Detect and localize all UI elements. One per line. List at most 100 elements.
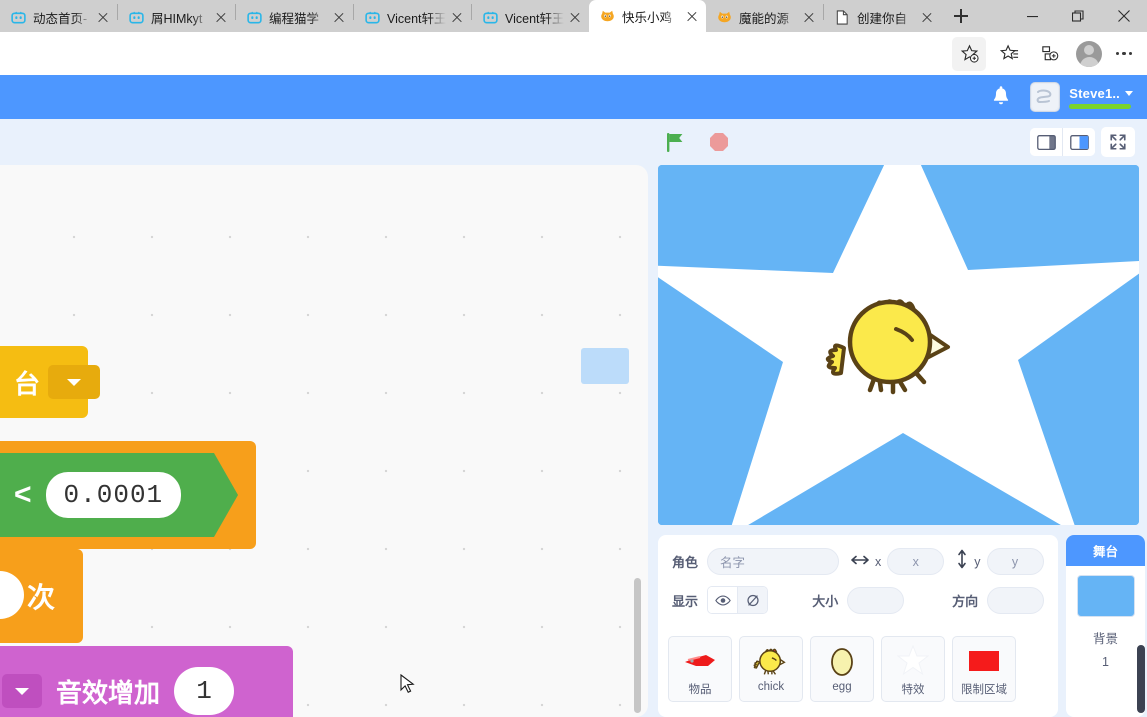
tab-title: Vicent轩王 (387, 11, 446, 26)
tab-title: 快乐小鸡 (622, 10, 673, 25)
horizontal-arrow-icon (851, 553, 869, 571)
favorites-icon[interactable] (992, 37, 1026, 71)
sprite-list: 物品 chick egg 特效 限制区域 (658, 631, 1058, 702)
size-input[interactable] (847, 586, 905, 614)
operator-value-input[interactable]: 0.0001 (46, 472, 182, 518)
y-input[interactable]: y (986, 548, 1044, 575)
sprite-card-item[interactable]: 物品 (668, 636, 732, 702)
avatar[interactable] (1030, 82, 1061, 112)
codemao-icon (128, 9, 144, 25)
chick-icon (752, 644, 790, 678)
block-hat-dropdown[interactable] (48, 365, 101, 399)
stage-pane-title: 舞台 (1066, 535, 1145, 566)
stage-small-icon[interactable] (1030, 128, 1062, 156)
stage-column: 角色 名字 x x y y 显示 大小 方向 物品 chick egg 特效 限… (658, 165, 1147, 717)
app-toolbar (0, 119, 1147, 165)
show-label: 显示 (672, 593, 699, 609)
green-flag-icon[interactable] (660, 127, 690, 157)
browser-tab-7[interactable]: 创建你自 (824, 2, 941, 32)
size-label: 大小 (812, 593, 839, 609)
block-hat-label: 台 (14, 368, 41, 399)
stop-icon[interactable] (704, 127, 734, 157)
restore-icon[interactable] (1055, 0, 1101, 32)
codemao-icon (10, 9, 26, 25)
sound-effect-value[interactable]: 1 (174, 667, 235, 715)
codemao-icon (482, 9, 498, 25)
sprite-card-egg[interactable]: egg (810, 636, 874, 702)
minimize-icon[interactable] (1009, 0, 1055, 32)
role-label: 角色 (672, 555, 699, 570)
xp-progress-bar (1069, 103, 1132, 109)
tab-title: Vicent轩王 (505, 11, 564, 26)
sprite-info-panel: 角色 名字 x x y y 显示 大小 方向 (658, 535, 1058, 631)
stage-normal-icon[interactable] (1063, 128, 1095, 156)
app-header: Steve1.. (0, 75, 1147, 119)
stage-pane[interactable]: 舞台 背景 1 (1066, 535, 1145, 717)
favorite-add-icon[interactable] (952, 36, 986, 71)
stage-canvas[interactable] (658, 165, 1139, 525)
close-icon[interactable] (684, 8, 700, 24)
sprite-card-chick[interactable]: chick (739, 636, 803, 702)
stage-thumbnail[interactable] (1076, 575, 1135, 617)
close-icon[interactable] (1101, 0, 1147, 32)
close-icon[interactable] (449, 9, 465, 25)
page-icon (834, 9, 850, 25)
browser-tab-6[interactable]: 魔能的源 (706, 2, 823, 32)
eye-icon[interactable] (708, 587, 738, 613)
block-less-than-operator[interactable]: < 0.0001 (0, 453, 238, 537)
direction-input[interactable] (987, 586, 1044, 614)
more-icon[interactable] (1109, 39, 1139, 69)
new-tab-button[interactable] (947, 2, 975, 30)
tabs-container: 动态首页- 屑HIMkyt 编程猫学 Vicent轩王 Vicent轩王 快乐小… (0, 0, 975, 32)
profile-icon[interactable] (1076, 40, 1102, 67)
close-icon[interactable] (567, 9, 583, 25)
sound-effect-label: 音效增加 (56, 677, 161, 708)
sound-effect-dropdown[interactable] (2, 674, 42, 708)
workspace-selection-rect (581, 348, 629, 384)
close-icon[interactable] (801, 9, 817, 25)
codemao-icon (364, 9, 380, 25)
chick-sprite[interactable] (818, 280, 978, 410)
visibility-toggle (707, 586, 769, 614)
chevron-down-icon (15, 687, 29, 695)
x-input[interactable]: x (887, 548, 945, 575)
browser-tab-4[interactable]: Vicent轩王 (472, 2, 589, 32)
mouse-cursor (400, 674, 415, 694)
sprite-card-effect[interactable]: 特效 (881, 636, 945, 702)
close-icon[interactable] (331, 9, 347, 25)
browser-tab-1[interactable]: 屑HIMkyt (118, 2, 235, 32)
chevron-down-icon[interactable] (1125, 90, 1133, 96)
stage-size-group (1030, 128, 1095, 156)
user-menu[interactable]: Steve1.. (1069, 86, 1133, 109)
fullscreen-icon[interactable] (1101, 127, 1135, 157)
browser-tab-active[interactable]: 快乐小鸡 (589, 0, 706, 32)
run-controls (660, 127, 734, 157)
collections-icon[interactable] (1032, 37, 1066, 71)
lower-panels: 角色 名字 x x y y 显示 大小 方向 物品 chick egg 特效 限… (658, 535, 1147, 717)
blocks-workspace[interactable]: 台 < 0.0001 次 音效增加 1 (0, 165, 648, 717)
sprite-name: 物品 (688, 684, 712, 696)
browser-tab-2[interactable]: 编程猫学 (236, 2, 353, 32)
block-event-hat[interactable]: 台 (0, 346, 101, 418)
y-coord-group: y y (956, 548, 1044, 575)
browser-tab-0[interactable]: 动态首页- (0, 2, 117, 32)
block-change-sound-effect[interactable]: 音效增加 1 (0, 646, 293, 717)
browser-tab-3[interactable]: Vicent轩王 (354, 2, 471, 32)
close-icon[interactable] (213, 9, 229, 25)
eye-slash-icon[interactable] (738, 587, 768, 613)
sprite-pane: 角色 名字 x x y y 显示 大小 方向 物品 chick egg 特效 限… (658, 535, 1058, 717)
page-scrollbar[interactable] (1137, 645, 1145, 713)
sprite-name-input[interactable]: 名字 (707, 548, 840, 575)
workspace-scrollbar[interactable] (634, 578, 641, 713)
codemao-editor: Steve1.. 台 < 0.0001 次 音效增加 1 角色 名字 x x y… (0, 75, 1147, 717)
direction-label: 方向 (952, 593, 979, 609)
bell-icon[interactable] (990, 85, 1012, 109)
red-item-icon (681, 644, 719, 678)
close-icon[interactable] (95, 9, 111, 25)
sprite-card-restricted-area[interactable]: 限制区域 (952, 636, 1016, 702)
white-star-icon (894, 644, 932, 678)
close-icon[interactable] (919, 9, 935, 25)
backdrop-label: 背景 (1092, 632, 1118, 646)
window-controls (1009, 0, 1147, 32)
tab-title: 动态首页- (33, 11, 88, 26)
